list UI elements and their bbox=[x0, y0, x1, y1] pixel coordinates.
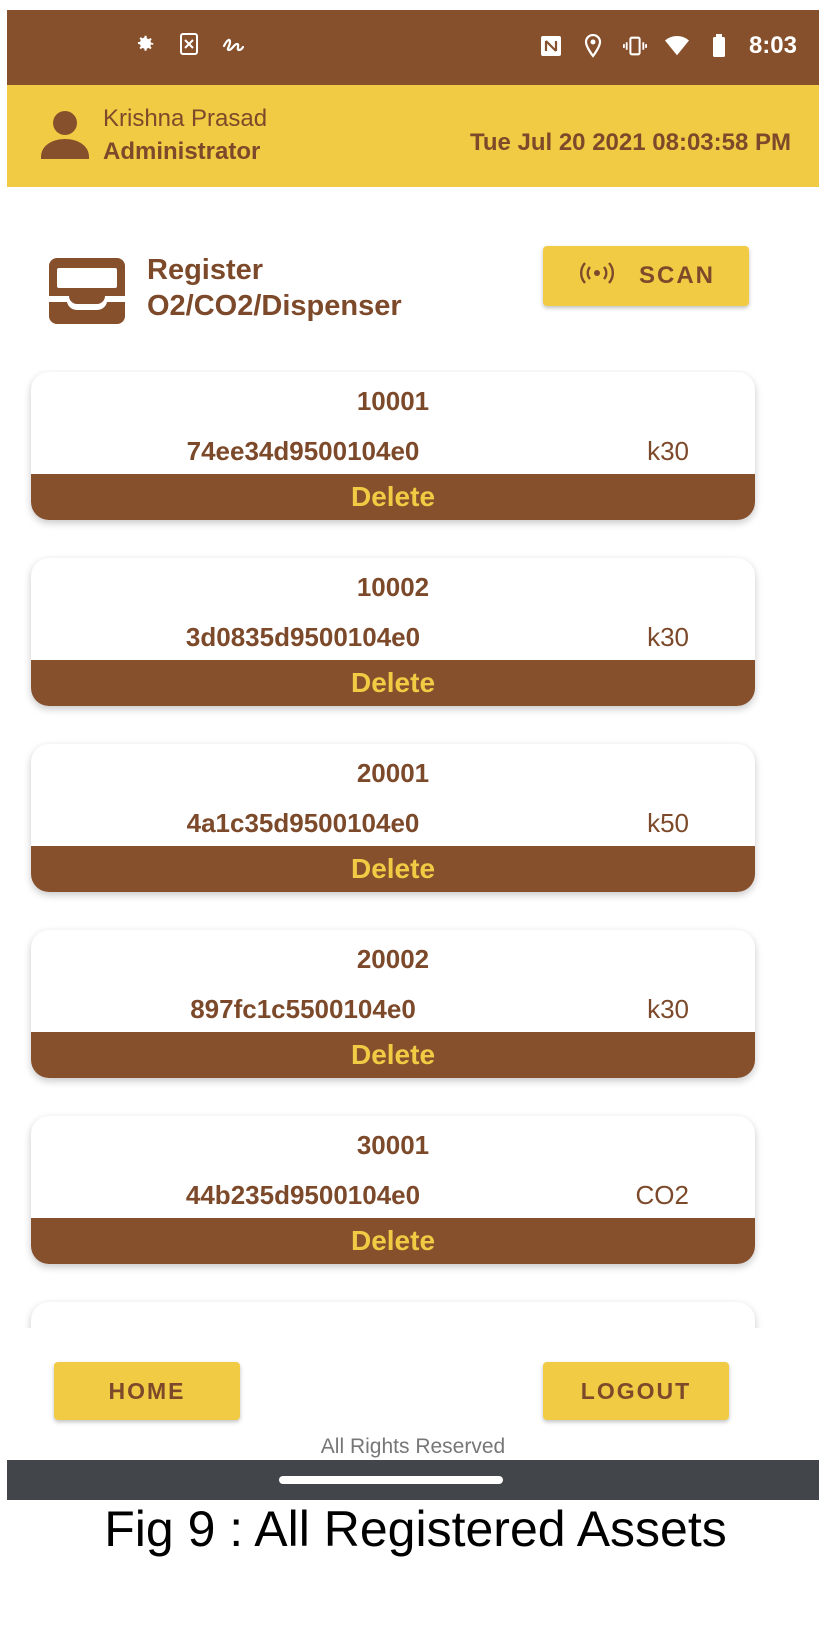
page-title-line2: O2/CO2/Dispenser bbox=[147, 290, 402, 322]
gear-icon bbox=[133, 32, 157, 56]
asset-tag-hash: 44b235d9500104e0 bbox=[185, 1180, 421, 1210]
asset-id: 30001 bbox=[356, 1130, 430, 1160]
home-button[interactable]: HOME bbox=[54, 1362, 240, 1420]
gesture-handle[interactable] bbox=[279, 1476, 503, 1484]
asset-card: 10002 3d0835d9500104e0 k30 Delete bbox=[31, 558, 755, 706]
delete-button[interactable]: Delete bbox=[31, 474, 755, 520]
asset-type: k30 bbox=[647, 622, 689, 652]
delete-button[interactable]: Delete bbox=[31, 660, 755, 706]
asset-tag-hash: 74ee34d9500104e0 bbox=[186, 436, 420, 466]
user-name: Krishna Prasad bbox=[103, 105, 268, 132]
scan-label: SCAN bbox=[638, 262, 715, 289]
user-avatar-icon bbox=[37, 109, 93, 161]
asset-card: 20002 897fc1c5500104e0 k30 Delete bbox=[31, 930, 755, 1078]
delete-button[interactable]: Delete bbox=[31, 1218, 755, 1264]
battery-icon bbox=[707, 34, 731, 58]
delete-button[interactable]: Delete bbox=[31, 1032, 755, 1078]
status-time: 8:03 bbox=[748, 32, 797, 59]
vibrate-icon bbox=[622, 34, 647, 58]
asset-tag-hash: 4a1c35d9500104e0 bbox=[186, 808, 420, 838]
rights-text: All Rights Reserved bbox=[320, 1435, 506, 1458]
asset-type: k50 bbox=[647, 808, 689, 838]
asset-card-partial bbox=[31, 1302, 755, 1328]
asset-type: k30 bbox=[647, 436, 689, 466]
asset-id: 20001 bbox=[356, 758, 430, 788]
figure-caption: Fig 9 : All Registered Assets bbox=[104, 1501, 727, 1557]
scan-button[interactable]: SCAN bbox=[543, 246, 749, 306]
asset-type: CO2 bbox=[635, 1180, 689, 1210]
asset-tag-hash: 3d0835d9500104e0 bbox=[185, 622, 421, 652]
asset-card: 20001 4a1c35d9500104e0 k50 Delete bbox=[31, 744, 755, 892]
logout-button[interactable]: LOGOUT bbox=[543, 1362, 729, 1420]
asset-list[interactable]: 10001 74ee34d9500104e0 k30 Delete 10002 … bbox=[7, 370, 819, 1328]
page-title: Register O2/CO2/Dispenser bbox=[147, 252, 402, 324]
current-datetime: Tue Jul 20 2021 08:03:58 PM bbox=[469, 129, 791, 156]
delete-button[interactable]: Delete bbox=[31, 846, 755, 892]
asset-id: 10002 bbox=[356, 572, 430, 602]
system-nav-bar bbox=[7, 1460, 819, 1500]
asset-tag-hash: 897fc1c5500104e0 bbox=[190, 994, 416, 1024]
asset-id: 10001 bbox=[356, 386, 430, 416]
app-screen: 8:03 Krishna Prasad Administrator Tue Ju… bbox=[7, 10, 819, 1585]
asset-type: k30 bbox=[647, 994, 689, 1024]
asset-card: 10001 74ee34d9500104e0 k30 Delete bbox=[31, 372, 755, 520]
nfc-broadcast-icon bbox=[577, 261, 617, 291]
sim-x-icon bbox=[177, 32, 201, 56]
nfc-icon bbox=[539, 34, 563, 58]
user-header: Krishna Prasad Administrator Tue Jul 20 … bbox=[7, 85, 819, 187]
page-title-line1: Register bbox=[147, 254, 264, 286]
signature-icon bbox=[221, 32, 245, 56]
user-role: Administrator bbox=[103, 138, 261, 165]
asset-id: 20002 bbox=[356, 944, 430, 974]
location-icon bbox=[581, 34, 605, 58]
inbox-tray-icon bbox=[49, 258, 125, 324]
wifi-icon bbox=[664, 34, 689, 58]
status-bar: 8:03 bbox=[7, 10, 819, 85]
asset-card: 30001 44b235d9500104e0 CO2 Delete bbox=[31, 1116, 755, 1264]
